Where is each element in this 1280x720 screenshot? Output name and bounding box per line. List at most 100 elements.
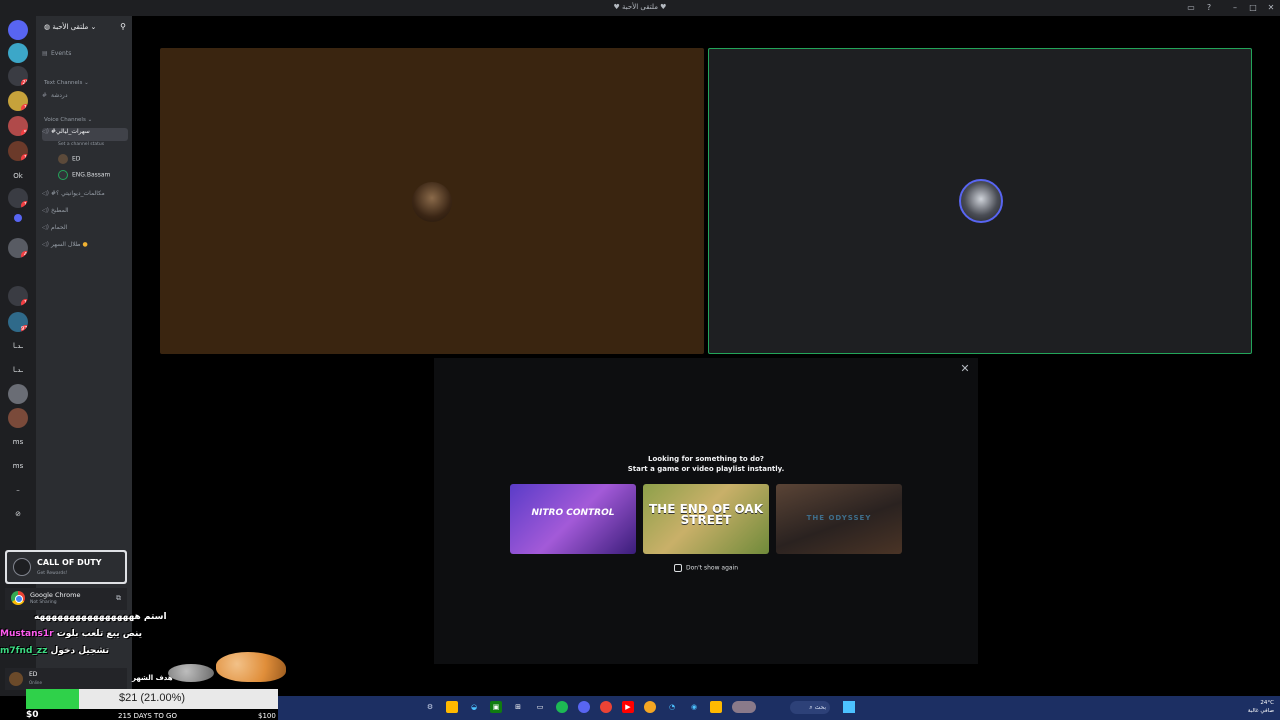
- goal-label: هدف الشهر: [132, 674, 173, 682]
- server-icon[interactable]: [8, 408, 28, 428]
- widgets-icon[interactable]: [732, 701, 756, 713]
- edge-icon[interactable]: ◔: [666, 701, 678, 713]
- category-voice-channels[interactable]: Voice Channels ⌄: [44, 117, 92, 123]
- mention-badge: 1: [21, 154, 28, 161]
- server-icon[interactable]: ms: [8, 456, 28, 476]
- folder-icon[interactable]: [14, 214, 22, 222]
- server-icon[interactable]: [8, 43, 28, 63]
- chrome-icon: [11, 591, 25, 605]
- server-icon[interactable]: 1: [8, 141, 28, 161]
- youtube-icon[interactable]: ▶: [622, 701, 634, 713]
- keyboard-icon[interactable]: ▭: [534, 701, 546, 713]
- server-icon[interactable]: 1: [8, 91, 28, 111]
- goal-amount: $21 (21.00%): [118, 692, 186, 704]
- server-icon[interactable]: –: [8, 480, 28, 500]
- server-icon[interactable]: 1: [8, 188, 28, 208]
- goal-max: $100: [258, 712, 276, 720]
- home-button[interactable]: [8, 20, 28, 40]
- screen-share-row[interactable]: Google Chrome Not Sharing ⧉: [5, 588, 127, 610]
- mention-badge: 4: [21, 251, 28, 258]
- avatar: [9, 672, 23, 686]
- server-icon[interactable]: ms: [8, 432, 28, 452]
- server-icon[interactable]: 1: [8, 286, 28, 306]
- share-status: Not Sharing: [30, 600, 57, 605]
- guild-header[interactable]: ◍ ملتقى الأحبة ⌄ ⚲: [36, 16, 132, 40]
- text-channel[interactable]: # دردشة: [42, 92, 128, 104]
- activity-card[interactable]: NITRO CONTROL: [510, 484, 636, 554]
- hashtag-icon: #: [42, 92, 48, 99]
- mention-badge: 1: [21, 201, 28, 208]
- window-icon[interactable]: ⊞: [512, 701, 524, 713]
- inbox-icon[interactable]: ▭: [1185, 2, 1197, 14]
- settings-icon[interactable]: ⚙: [424, 701, 436, 713]
- add-member-icon[interactable]: ⚲: [120, 22, 126, 31]
- dont-show-again-checkbox[interactable]: Don't show again: [674, 564, 738, 572]
- start-button[interactable]: [843, 701, 855, 713]
- voice-channel[interactable]: ◁) طلال السهر ●: [42, 241, 128, 253]
- guild-name: ملتقى الأحبة: [52, 23, 89, 31]
- voice-member[interactable]: ED: [58, 154, 80, 164]
- speaker-icon: ◁): [42, 224, 49, 231]
- server-icon[interactable]: ـدـا: [8, 360, 28, 380]
- server-icon[interactable]: ـدـا: [8, 336, 28, 356]
- mention-badge: 972: [21, 325, 28, 332]
- chevron-down-icon: ⌄: [88, 23, 97, 31]
- chat-message: Mustans1r ينص يبع تلعب بلوت: [0, 629, 143, 639]
- maximize-icon[interactable]: □: [1247, 2, 1259, 14]
- mention-badge: 26: [21, 79, 28, 86]
- user-panel[interactable]: ED Online: [5, 668, 127, 690]
- game-name: CALL OF DUTY: [37, 558, 102, 567]
- activity-heading: Looking for something to do?: [648, 455, 764, 463]
- username: ED: [29, 671, 38, 678]
- folder-icon[interactable]: [710, 701, 722, 713]
- speaker-icon: ◁): [42, 128, 49, 135]
- mascot-image: [216, 652, 286, 682]
- server-icon[interactable]: 5: [8, 116, 28, 136]
- server-icon[interactable]: [8, 384, 28, 404]
- participant-tile-speaking[interactable]: [708, 48, 1252, 354]
- speaker-icon: ◁): [42, 241, 49, 248]
- chrome-icon[interactable]: [600, 701, 612, 713]
- discord-icon[interactable]: [578, 701, 590, 713]
- server-icon[interactable]: ⊘: [8, 504, 28, 524]
- activity-card[interactable]: THE END OF OAK STREET: [643, 484, 769, 554]
- xbox-icon[interactable]: ▣: [490, 701, 502, 713]
- events-item[interactable]: ▤ Events: [42, 50, 128, 62]
- voice-channel-active[interactable]: ◁) #سهرات_ليالي: [42, 128, 128, 141]
- chat-message: استم هههههههههههههههههه: [34, 612, 167, 622]
- voice-channel[interactable]: ◁) الحمام: [42, 224, 128, 236]
- participant-tile[interactable]: [160, 48, 704, 354]
- channel-status[interactable]: Set a channel status: [58, 142, 104, 147]
- voice-member[interactable]: ENG.Bassam: [58, 170, 110, 180]
- help-icon[interactable]: ?: [1203, 2, 1215, 14]
- voice-channel[interactable]: ◁) المطبخ: [42, 207, 128, 219]
- server-icon[interactable]: Ok: [8, 166, 28, 186]
- spotify-icon[interactable]: [556, 701, 568, 713]
- share-screen-icon[interactable]: ⧉: [116, 594, 121, 603]
- server-icon[interactable]: 4: [8, 238, 28, 258]
- minimize-icon[interactable]: –: [1229, 2, 1241, 14]
- mention-badge: 5: [21, 129, 28, 136]
- game-logo-icon: [13, 558, 31, 576]
- participant-avatar: [412, 182, 452, 222]
- goal-min: $0: [26, 710, 39, 720]
- close-icon[interactable]: ✕: [958, 362, 972, 376]
- server-icon[interactable]: 972: [8, 312, 28, 332]
- activity-card[interactable]: THE ODYSSEY: [776, 484, 902, 554]
- taskbar: ⚙ ◒ ▣ ⊞ ▭ ▶ ◔ ◉ ⌕ بحث 24°C صافي غالبة: [278, 696, 1280, 720]
- voice-channel[interactable]: ◁) #مكالمات_ديوانيتي ؟: [42, 190, 128, 202]
- taskbar-search[interactable]: ⌕ بحث: [790, 701, 830, 714]
- weather-clock: 24°C صافي غالبة: [1247, 700, 1274, 714]
- server-icon[interactable]: 26: [8, 66, 28, 86]
- game-promo-card[interactable]: CALL OF DUTY Get Rewards!: [5, 550, 127, 584]
- user-status: Online: [29, 680, 42, 685]
- app-icon[interactable]: [644, 701, 656, 713]
- goal-days: 215 DAYS TO GO: [118, 712, 177, 720]
- close-icon[interactable]: ✕: [1265, 2, 1277, 14]
- explorer-icon[interactable]: [446, 701, 458, 713]
- title-bar: ♥ ملتقى الأحبة ♥ ▭ ? – □ ✕: [0, 0, 1280, 16]
- edge-icon[interactable]: ◒: [468, 701, 480, 713]
- avatar: [58, 170, 68, 180]
- store-icon[interactable]: ◉: [688, 701, 700, 713]
- category-text-channels[interactable]: Text Channels ⌄: [44, 80, 89, 86]
